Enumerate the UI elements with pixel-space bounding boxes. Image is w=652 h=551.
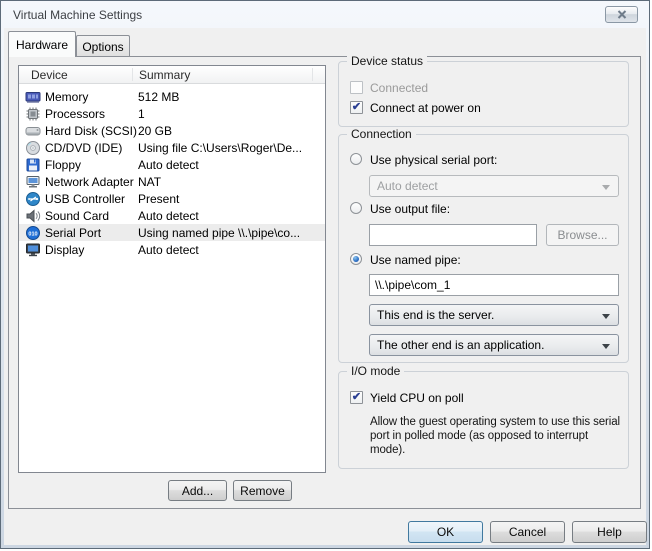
cd-dvd-icon: [25, 140, 41, 156]
yield-cpu-label: Yield CPU on poll: [370, 391, 464, 405]
io-mode-group: I/O mode ✔ Yield CPU on poll Allow the g…: [338, 371, 629, 469]
connect-at-power-on-checkbox[interactable]: ✔: [350, 101, 363, 114]
use-output-file-label: Use output file:: [370, 202, 450, 216]
connection-title: Connection: [347, 127, 416, 141]
checkmark-icon: ✔: [352, 102, 361, 113]
remove-button[interactable]: Remove: [233, 480, 292, 501]
svg-text:010: 010: [28, 231, 37, 237]
usb-icon: [25, 191, 41, 207]
use-physical-serial-port-label: Use physical serial port:: [370, 153, 497, 167]
io-mode-description: Allow the guest operating system to use …: [370, 415, 624, 457]
column-header-device[interactable]: Device: [31, 68, 68, 82]
use-named-pipe-label: Use named pipe:: [370, 253, 461, 267]
device-row-serial-port[interactable]: 010 Serial Port Using named pipe \\.\pip…: [19, 224, 325, 241]
named-pipe-input[interactable]: [369, 274, 619, 296]
device-list: Device Summary Memory 512 MB: [18, 65, 326, 473]
tab-options-label: Options: [82, 40, 123, 54]
checkmark-icon: ✔: [352, 392, 361, 403]
device-row-cd-dvd[interactable]: CD/DVD (IDE) Using file C:\Users\Roger\D…: [19, 139, 325, 156]
network-adapter-icon: [25, 174, 41, 190]
floppy-icon: [25, 157, 41, 173]
physical-port-select: Auto detect: [369, 175, 619, 197]
connect-at-power-on-label: Connect at power on: [370, 101, 481, 115]
device-status-group: Device status Connected ✔ Connect at pow…: [338, 61, 629, 127]
sound-card-icon: [25, 208, 41, 224]
device-row-sound-card[interactable]: Sound Card Auto detect: [19, 207, 325, 224]
virtual-machine-settings-dialog: Virtual Machine Settings Hardware Option…: [0, 0, 650, 549]
cancel-button[interactable]: Cancel: [490, 521, 565, 543]
tab-options[interactable]: Options: [76, 35, 130, 57]
io-mode-title: I/O mode: [347, 364, 404, 378]
connection-group: Connection Use physical serial port: Aut…: [338, 134, 629, 363]
device-row-memory[interactable]: Memory 512 MB: [19, 88, 325, 105]
device-row-network-adapter[interactable]: Network Adapter NAT: [19, 173, 325, 190]
dropdown-arrow-icon: [602, 185, 610, 190]
radio-dot: [353, 256, 359, 262]
connected-checkbox: [350, 81, 363, 94]
dropdown-arrow-icon: [602, 314, 610, 319]
serial-port-icon: 010: [25, 225, 41, 241]
device-rows: Memory 512 MB Processors 1: [19, 88, 325, 258]
close-icon: [617, 10, 627, 19]
ok-button[interactable]: OK: [408, 521, 483, 543]
column-separator: [132, 68, 133, 81]
use-output-file-radio[interactable]: [350, 202, 362, 214]
titlebar: Virtual Machine Settings: [1, 1, 649, 28]
device-row-hard-disk[interactable]: Hard Disk (SCSI) 20 GB: [19, 122, 325, 139]
column-header-summary[interactable]: Summary: [139, 68, 190, 82]
add-button[interactable]: Add...: [168, 480, 227, 501]
device-row-usb-controller[interactable]: USB Controller Present: [19, 190, 325, 207]
display-icon: [25, 242, 41, 258]
browse-button: Browse...: [546, 224, 619, 246]
use-physical-serial-port-radio[interactable]: [350, 153, 362, 165]
tab-hardware[interactable]: Hardware: [8, 31, 76, 57]
window-title: Virtual Machine Settings: [13, 8, 142, 22]
dialog-client-area: Hardware Options Device Summary: [4, 28, 646, 545]
use-named-pipe-radio[interactable]: [350, 253, 362, 265]
dropdown-arrow-icon: [602, 344, 610, 349]
hardware-tab-panel: Device Summary Memory 512 MB: [8, 56, 641, 509]
hard-disk-icon: [25, 123, 41, 139]
column-separator: [312, 68, 313, 81]
device-list-header[interactable]: Device Summary: [19, 66, 325, 84]
device-row-display[interactable]: Display Auto detect: [19, 241, 325, 258]
device-status-title: Device status: [347, 54, 427, 68]
connected-label: Connected: [370, 81, 428, 95]
yield-cpu-checkbox[interactable]: ✔: [350, 391, 363, 404]
tab-hardware-label: Hardware: [16, 38, 68, 52]
help-button[interactable]: Help: [572, 521, 647, 543]
device-row-floppy[interactable]: Floppy Auto detect: [19, 156, 325, 173]
pipe-end-this-select[interactable]: This end is the server.: [369, 304, 619, 326]
output-file-input[interactable]: [369, 224, 537, 246]
processor-icon: [25, 106, 41, 122]
pipe-end-other-select[interactable]: The other end is an application.: [369, 334, 619, 356]
close-button[interactable]: [605, 6, 638, 23]
memory-icon: [25, 89, 41, 105]
device-row-processors[interactable]: Processors 1: [19, 105, 325, 122]
